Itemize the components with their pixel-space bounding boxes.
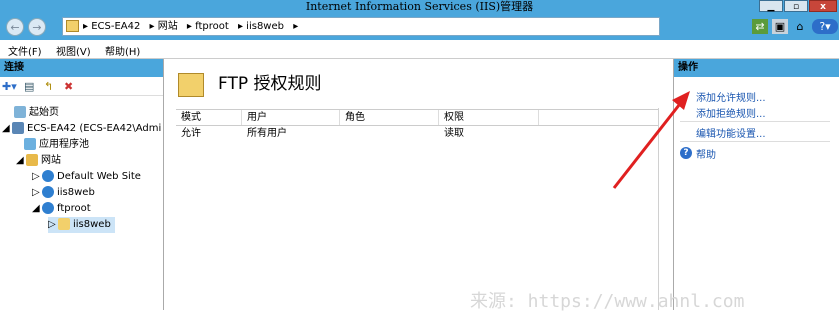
expand-icon[interactable]: ▷: [32, 169, 42, 185]
close-button[interactable]: x: [809, 0, 837, 12]
globe-icon: [42, 170, 54, 182]
globe-icon: [42, 202, 54, 214]
menu-bar: 文件(F) 视图(V) 帮助(H): [0, 40, 839, 59]
tree-node-sites[interactable]: ◢ 网站: [16, 153, 61, 169]
connect-dropdown-icon[interactable]: ✚▾: [2, 80, 17, 93]
connect-icon[interactable]: ⇄: [752, 19, 768, 34]
tree-node-iis8web-site[interactable]: ▷ iis8web: [32, 185, 95, 201]
expand-icon[interactable]: ▷: [48, 217, 58, 233]
actions-pane: 操作 添加允许规则... 添加拒绝规则... 编辑功能设置... ? 帮助: [673, 59, 839, 310]
ftp-authorization-icon: [178, 73, 204, 97]
help-dropdown-icon[interactable]: ?▾: [812, 19, 838, 34]
start-page-icon: [14, 106, 26, 118]
connections-toolbar: ✚▾ ▤ ↰ ✖: [0, 77, 163, 96]
back-button[interactable]: ←: [6, 18, 24, 36]
table-row[interactable]: 允许 所有用户 读取: [176, 126, 658, 142]
connections-header: 连接: [0, 59, 163, 77]
collapse-icon[interactable]: ◢: [16, 153, 26, 169]
tree-node-iis8web-folder[interactable]: ▷ iis8web: [48, 217, 115, 233]
edit-feature-settings-link[interactable]: 编辑功能设置...: [696, 125, 766, 140]
disconnect-icon[interactable]: ✖: [64, 80, 73, 93]
column-header-permission[interactable]: 权限: [439, 110, 539, 125]
table-header: 模式 用户 角色 权限: [176, 109, 658, 126]
divider: [680, 121, 830, 122]
menu-file[interactable]: 文件(F): [8, 43, 42, 58]
menu-view[interactable]: 视图(V): [56, 43, 91, 58]
connections-pane: 连接 ✚▾ ▤ ↰ ✖ 起始页 ◢ ECS-EA42 (ECS-EA42\Admi…: [0, 59, 164, 310]
sites-folder-icon: [26, 154, 38, 166]
breadcrumb-item[interactable]: ▸ ECS-EA42: [83, 21, 140, 32]
help-icon: ?: [680, 147, 692, 159]
divider: [680, 141, 830, 142]
cell-permission: 读取: [444, 128, 464, 139]
minimize-button[interactable]: ▁: [759, 0, 783, 12]
cell-mode: 允许: [181, 128, 201, 139]
breadcrumb-item[interactable]: ▸ 网站: [150, 21, 178, 32]
actions-header: 操作: [674, 59, 839, 77]
collapse-icon[interactable]: ◢: [2, 121, 12, 137]
tree-node-ftproot[interactable]: ◢ ftproot: [32, 201, 91, 217]
address-toolbar: ← → ▸ ECS-EA42 ▸ 网站 ▸ ftproot ▸ iis8web …: [0, 13, 839, 40]
tree-node-app-pools[interactable]: 应用程序池: [24, 137, 89, 153]
stop-icon[interactable]: ▣: [772, 19, 788, 34]
help-link[interactable]: 帮助: [696, 146, 716, 161]
add-deny-rule-link[interactable]: 添加拒绝规则...: [696, 105, 766, 120]
breadcrumb-item[interactable]: ▸: [293, 21, 298, 32]
save-icon[interactable]: ▤: [24, 80, 34, 93]
cell-user: 所有用户: [247, 128, 287, 139]
column-header-role[interactable]: 角色: [340, 110, 439, 125]
globe-icon: [42, 186, 54, 198]
rules-table: 模式 用户 角色 权限 允许 所有用户 读取: [176, 109, 658, 142]
page-title: FTP 授权规则: [218, 74, 322, 94]
collapse-icon[interactable]: ◢: [32, 201, 42, 217]
feature-view: FTP 授权规则 模式 用户 角色 权限 允许 所有用户 读取: [168, 59, 668, 310]
watermark: 来源: https://www.ahnl.com: [470, 291, 745, 312]
pane-divider: [658, 108, 659, 310]
address-box[interactable]: ▸ ECS-EA42 ▸ 网站 ▸ ftproot ▸ iis8web ▸: [62, 17, 660, 36]
restore-button[interactable]: ▫: [784, 0, 808, 12]
add-allow-rule-link[interactable]: 添加允许规则...: [696, 89, 766, 104]
window-title: Internet Information Services (IIS)管理器: [305, 0, 534, 13]
server-icon: [12, 122, 24, 134]
folder-icon: [66, 20, 79, 32]
home-icon[interactable]: ⌂: [792, 19, 808, 34]
breadcrumb-item[interactable]: ▸ ftproot: [187, 21, 229, 32]
app-pool-icon: [24, 138, 36, 150]
up-level-icon[interactable]: ↰: [44, 80, 53, 93]
column-header-mode[interactable]: 模式: [176, 110, 242, 125]
expand-icon[interactable]: ▷: [32, 185, 42, 201]
tree-node-default-site[interactable]: ▷ Default Web Site: [32, 169, 141, 185]
title-bar: Internet Information Services (IIS)管理器 ▁…: [0, 0, 839, 13]
cell-role: [340, 126, 439, 142]
breadcrumb-item[interactable]: ▸ iis8web: [238, 21, 284, 32]
folder-icon: [58, 218, 70, 230]
forward-button[interactable]: →: [28, 18, 46, 36]
tree-node-start-page[interactable]: 起始页: [14, 105, 59, 121]
breadcrumb: ▸ ECS-EA42 ▸ 网站 ▸ ftproot ▸ iis8web ▸: [83, 18, 304, 35]
column-header-user[interactable]: 用户: [242, 110, 340, 125]
tree-node-server[interactable]: ◢ ECS-EA42 (ECS-EA42\Admi: [2, 121, 161, 137]
menu-help[interactable]: 帮助(H): [105, 43, 140, 58]
